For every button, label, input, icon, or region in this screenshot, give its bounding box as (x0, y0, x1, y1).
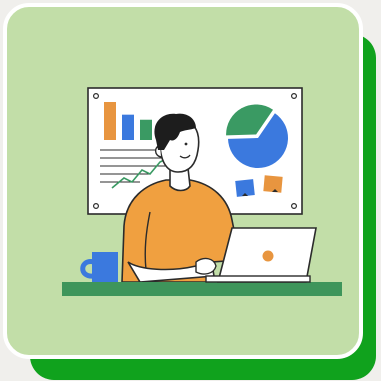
eye (184, 142, 188, 146)
laptop-logo-dot (262, 250, 274, 262)
sticky-note-orange (263, 175, 283, 193)
illustration-scene (0, 0, 381, 381)
desk (62, 282, 342, 296)
mug-body (92, 252, 118, 282)
bar-chart-bar (122, 114, 134, 140)
laptop-base (205, 275, 311, 283)
bar-chart-bar (140, 119, 152, 140)
hand (195, 257, 217, 275)
bar-chart-bar (104, 102, 116, 140)
illustration-svg (0, 0, 381, 381)
